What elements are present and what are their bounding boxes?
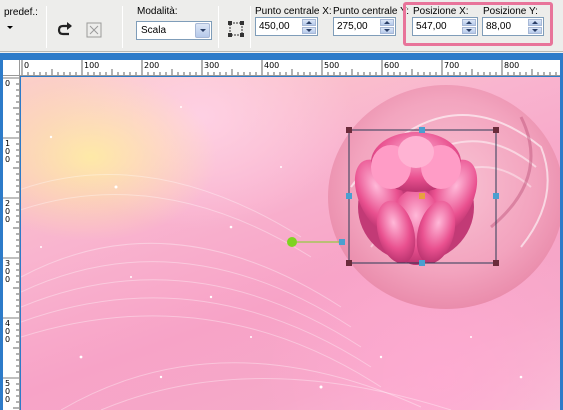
preset-label: predef.:	[4, 7, 38, 18]
ruler-label: 0	[5, 79, 10, 88]
separator	[46, 6, 47, 48]
separator	[218, 6, 219, 48]
edge-handle[interactable]	[346, 193, 352, 199]
mode-label: Modalità:	[137, 6, 178, 17]
ruler-label: 800	[504, 61, 519, 70]
edge-handle[interactable]	[493, 193, 499, 199]
edge-handle[interactable]	[419, 260, 425, 266]
ruler-horizontal-ticks: 0 100 200 300 400 500 600 700 800	[21, 60, 557, 75]
spin-up-icon[interactable]	[380, 19, 394, 26]
reset-rotate-icon[interactable]	[54, 18, 78, 42]
spin-up-icon[interactable]	[302, 19, 316, 26]
ruler-vertical: 0100200300400500	[3, 76, 20, 410]
preset-dropdown-icon[interactable]	[2, 20, 18, 34]
ruler-label: 0	[5, 275, 10, 284]
ruler-label: 0	[5, 155, 10, 164]
separator	[250, 6, 251, 48]
spin-down-icon[interactable]	[380, 27, 394, 34]
ruler-label: 500	[324, 61, 339, 70]
ruler-label: 400	[264, 61, 279, 70]
ruler-label: 0	[24, 61, 29, 70]
ruler-label: 300	[204, 61, 219, 70]
mode-select[interactable]: Scala	[136, 21, 212, 40]
ruler-label: 600	[384, 61, 399, 70]
spin-down-icon[interactable]	[302, 27, 316, 34]
center-x-value: 450,00	[259, 21, 290, 32]
pivot-handle[interactable]	[287, 237, 297, 247]
center-y-input[interactable]: 275,00	[333, 17, 396, 36]
center-y-value: 275,00	[337, 21, 368, 32]
free-transform-icon[interactable]	[82, 18, 106, 42]
chevron-down-icon[interactable]	[195, 23, 210, 38]
corner-handle[interactable]	[493, 260, 499, 266]
mode-select-value: Scala	[141, 25, 167, 36]
ruler-label: 100	[84, 61, 99, 70]
image-canvas[interactable]	[21, 77, 560, 410]
center-x-input[interactable]: 450,00	[255, 17, 318, 36]
center-y-label: Punto centrale Y:	[333, 6, 409, 17]
separator	[122, 6, 123, 48]
ruler-label: 0	[5, 395, 10, 404]
corner-handle[interactable]	[346, 127, 352, 133]
ruler-vertical-ticks: 0100200300400500	[3, 77, 19, 409]
edge-handle[interactable]	[419, 127, 425, 133]
canvas-artwork	[21, 85, 560, 410]
ruler-label: 0	[5, 215, 10, 224]
rotation-handle[interactable]	[339, 239, 345, 245]
apply-deform-icon[interactable]	[224, 17, 248, 41]
ruler-label: 0	[5, 335, 10, 344]
center-x-label: Punto centrale X:	[255, 6, 332, 17]
ruler-horizontal: 0 100 200 300 400 500 600 700 800	[20, 60, 560, 76]
ruler-label: 700	[444, 61, 459, 70]
corner-handle[interactable]	[346, 260, 352, 266]
corner-handle[interactable]	[493, 127, 499, 133]
ruler-corner	[3, 60, 20, 76]
center-handle[interactable]	[419, 193, 425, 199]
ruler-label: 200	[144, 61, 159, 70]
tool-options-bar: predef.: Modalità: Scala Punto centrale …	[0, 0, 563, 52]
position-highlight-frame	[403, 2, 553, 46]
